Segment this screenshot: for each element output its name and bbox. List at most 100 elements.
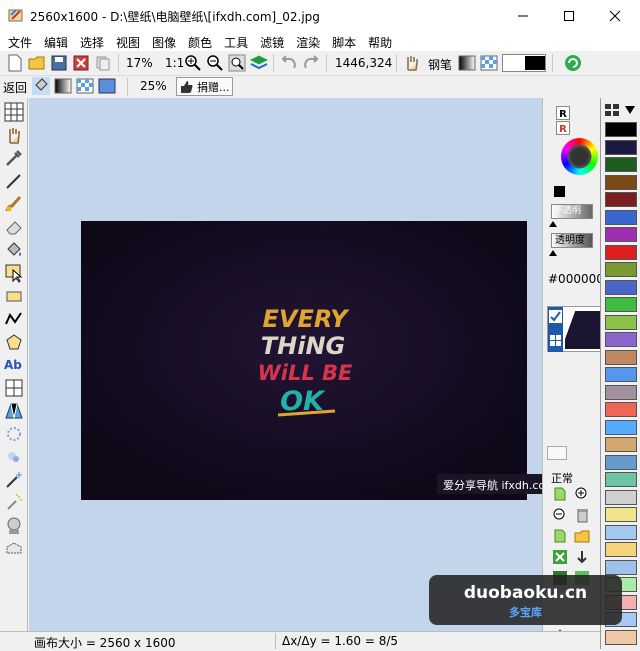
- primary-color-swatch[interactable]: [554, 186, 565, 197]
- palette-swatch[interactable]: [605, 332, 637, 347]
- palette-swatch[interactable]: [605, 122, 637, 137]
- palette-swatch[interactable]: [605, 472, 637, 487]
- layer-visible-check-icon[interactable]: [549, 310, 562, 323]
- palette-swatch[interactable]: [605, 367, 637, 382]
- palette-swatch[interactable]: [605, 279, 637, 295]
- menu-color[interactable]: 颜色: [182, 31, 218, 51]
- menu-file[interactable]: 文件: [2, 31, 38, 51]
- color-swatch-button[interactable]: [502, 54, 546, 72]
- magic-wand-icon[interactable]: [4, 470, 24, 490]
- checker-icon[interactable]: [480, 54, 498, 72]
- menu-script[interactable]: 脚本: [326, 31, 362, 51]
- menu-image[interactable]: 图像: [146, 31, 182, 51]
- maximize-button[interactable]: [546, 0, 592, 31]
- menu-edit[interactable]: 编辑: [38, 31, 74, 51]
- gradient-fill-icon[interactable]: [54, 77, 72, 95]
- solid-fill-icon[interactable]: [98, 77, 116, 95]
- palette-swatch[interactable]: [605, 244, 637, 260]
- redo-icon[interactable]: [302, 54, 320, 72]
- palette-swatch[interactable]: [605, 314, 637, 330]
- curve-tool-icon[interactable]: [4, 309, 24, 329]
- gradient-icon[interactable]: [458, 54, 476, 72]
- back-button[interactable]: 返回: [3, 79, 27, 96]
- lasso-tool-icon[interactable]: [4, 539, 24, 559]
- open-folder-icon[interactable]: [28, 54, 46, 72]
- duplicate-layer-icon[interactable]: [552, 528, 568, 544]
- menu-filters[interactable]: 滤镜: [254, 31, 290, 51]
- palette-swatch[interactable]: [605, 209, 637, 225]
- layer-grid-icon[interactable]: [550, 335, 561, 346]
- donate-button[interactable]: 捐赠...: [176, 77, 233, 96]
- layer-thumbnail[interactable]: [547, 306, 601, 352]
- select-pointer-icon[interactable]: [4, 263, 24, 283]
- color-wheel[interactable]: [561, 138, 598, 175]
- pattern-fill-icon[interactable]: [76, 77, 94, 95]
- eyedropper-icon[interactable]: [4, 148, 24, 168]
- opacity-slider[interactable]: 不透明: [551, 204, 593, 219]
- zoom-out-icon[interactable]: [206, 54, 224, 72]
- layer-zoom-out-icon[interactable]: [552, 507, 568, 523]
- rectangle-tool-icon[interactable]: [4, 286, 24, 306]
- merge-layer-icon[interactable]: [552, 549, 568, 565]
- palette-swatch[interactable]: [605, 227, 637, 242]
- brush-icon[interactable]: [4, 194, 24, 214]
- menu-render[interactable]: 渲染: [290, 31, 326, 51]
- delete-layer-icon[interactable]: [574, 507, 590, 523]
- palette-swatch[interactable]: [605, 559, 637, 575]
- open-layer-icon[interactable]: [574, 528, 590, 544]
- menu-help[interactable]: 帮助: [362, 31, 398, 51]
- perspective-tool-icon[interactable]: [4, 401, 24, 421]
- palette-swatch[interactable]: [605, 192, 637, 207]
- palette-swatch[interactable]: [605, 297, 637, 312]
- palette-swatch[interactable]: [605, 349, 637, 365]
- text-tool-icon[interactable]: Ab: [4, 355, 24, 375]
- crop-tool-icon[interactable]: [4, 378, 24, 398]
- hex-color-value[interactable]: #000000: [548, 272, 604, 286]
- palette-swatch[interactable]: [605, 437, 637, 452]
- brush-type-label[interactable]: 钢笔: [428, 56, 452, 73]
- palette-swatch[interactable]: [605, 524, 637, 540]
- transparency-slider[interactable]: 透明度: [551, 233, 593, 248]
- paint-bucket-icon[interactable]: [4, 240, 24, 260]
- palette-swatch[interactable]: [605, 542, 637, 557]
- zoom-layer-icon[interactable]: [574, 486, 590, 502]
- smudge-tool-icon[interactable]: [4, 447, 24, 467]
- palette-grid-icon[interactable]: [605, 104, 619, 116]
- new-layer-icon[interactable]: [552, 486, 568, 502]
- menu-select[interactable]: 选择: [74, 31, 110, 51]
- zoom-in-icon[interactable]: [184, 54, 202, 72]
- new-file-icon[interactable]: [6, 54, 24, 72]
- stamp-tool-icon[interactable]: [4, 516, 24, 536]
- clone-tool-icon[interactable]: [4, 424, 24, 444]
- layer-scroll-handle[interactable]: [547, 446, 567, 460]
- palette-swatch[interactable]: [605, 629, 637, 645]
- grid-tool-icon[interactable]: [4, 102, 24, 122]
- palette-swatch[interactable]: [605, 157, 637, 172]
- color-mode-swap-icon[interactable]: R: [556, 121, 570, 135]
- zoom-1-1-button[interactable]: 1:1: [165, 56, 184, 70]
- close-button[interactable]: [592, 0, 638, 31]
- palette-swatch[interactable]: [605, 507, 637, 522]
- palette-swatch[interactable]: [605, 489, 637, 505]
- menu-view[interactable]: 视图: [110, 31, 146, 51]
- palette-swatch[interactable]: [605, 139, 637, 155]
- menu-tools[interactable]: 工具: [218, 31, 254, 51]
- palette-dropdown-icon[interactable]: [625, 106, 635, 114]
- undo-icon[interactable]: [280, 54, 298, 72]
- color-mode-r-icon[interactable]: R: [556, 106, 570, 120]
- fill-icon[interactable]: [32, 77, 50, 95]
- palette-swatch[interactable]: [605, 262, 637, 277]
- palette-swatch[interactable]: [605, 419, 637, 435]
- palette-swatch[interactable]: [605, 174, 637, 190]
- layers-icon[interactable]: [250, 54, 268, 72]
- copy-icon[interactable]: [94, 54, 112, 72]
- polygon-tool-icon[interactable]: [4, 332, 24, 352]
- save-icon[interactable]: [50, 54, 68, 72]
- update-icon[interactable]: [564, 54, 582, 72]
- hand-icon[interactable]: [403, 54, 421, 72]
- zoom-fit-icon[interactable]: [228, 54, 246, 72]
- palette-swatch[interactable]: [605, 402, 637, 417]
- palette-swatch[interactable]: [605, 454, 637, 470]
- move-down-layer-icon[interactable]: [574, 549, 590, 565]
- pencil-icon[interactable]: [4, 171, 24, 191]
